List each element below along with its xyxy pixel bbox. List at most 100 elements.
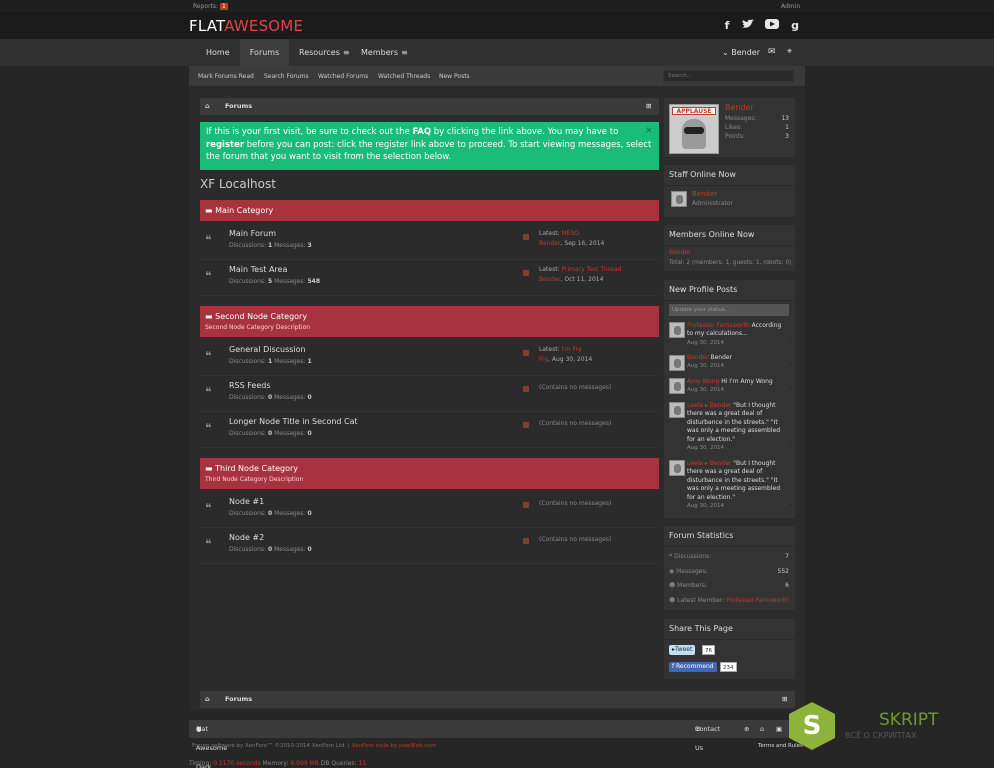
visitor-name[interactable]: Bender (725, 103, 754, 112)
section-title: Members Online Now (669, 230, 755, 239)
youtube-icon[interactable] (764, 18, 780, 33)
home-icon[interactable]: ⌂ (760, 720, 764, 739)
nav-home[interactable]: Home (206, 39, 230, 66)
sitemap-icon[interactable]: ⊞ (646, 98, 651, 115)
profile-post: Bender Bender Aug 30, 2014 ··· (687, 354, 787, 370)
top-bar: Reports: 1 Admin (0, 0, 994, 12)
copyright: Forum software by XenForo™ ©2010-2014 Xe… (192, 743, 436, 749)
forum-node[interactable]: ❝ Node #1 Discussions: 0 Messages: 0 (Co… (200, 492, 659, 528)
forum-node[interactable]: ❝ Main Test Area Discussions: 5 Messages… (200, 260, 659, 296)
status-input[interactable]: Update your status... (669, 304, 789, 316)
tweet-button[interactable]: ▸Tweet (669, 645, 696, 655)
comments-icon: ❝ (205, 269, 212, 283)
rss-icon[interactable] (523, 502, 529, 508)
user-menu[interactable]: ⌄ Bender (722, 39, 760, 66)
avatar[interactable] (669, 355, 685, 371)
close-icon[interactable]: × (645, 125, 653, 138)
forum-title[interactable]: Main Forum (229, 229, 276, 238)
forum-node[interactable]: ❝ Main Forum Discussions: 1 Messages: 3 … (200, 224, 659, 260)
map-marker-icon[interactable]: ⌖ (787, 39, 792, 66)
main-nav: Home Forums Resources ≡ Members ≡ ⌄ Bender… (0, 39, 994, 66)
category-header[interactable]: ▬ Second Node Category Second Node Categ… (200, 306, 659, 337)
admin-link[interactable]: Admin (781, 3, 800, 10)
section-title: New Profile Posts (669, 285, 738, 294)
nav-resources[interactable]: Resources ≡ (299, 39, 350, 66)
language-icon[interactable]: ⊕ (744, 720, 749, 739)
folder-icon: ▬ (205, 464, 216, 473)
rss-icon[interactable] (523, 350, 529, 356)
google-plus-icon[interactable]: g (787, 18, 803, 33)
avatar[interactable] (671, 191, 687, 207)
facebook-icon[interactable]: f (719, 18, 735, 33)
forum-title[interactable]: Node #2 (229, 533, 264, 542)
reports-link[interactable]: Reports: 1 (193, 3, 228, 10)
forum-statistics-panel: Forum Statistics ❝ Discussions: 7 ◉ Messa… (664, 526, 795, 610)
twitter-icon[interactable] (740, 18, 756, 33)
reports-badge: 1 (220, 3, 228, 10)
profile-post: Amy Wong Hi I'm Amy Wong Aug 30, 2014 ··· (687, 378, 787, 394)
nav-members[interactable]: Members ≡ (361, 39, 408, 66)
category-header[interactable]: ▬ Main Category (200, 200, 659, 221)
faq-link[interactable]: FAQ (412, 127, 431, 137)
forum-node[interactable]: ❝ Longer Node Title in Second Cat Discus… (200, 412, 659, 448)
users-icon: ☻ (669, 582, 678, 589)
home-icon[interactable]: ⌂ (205, 98, 210, 115)
visitor-panel: APPLAUSE Bender Messages: 13 Likes: 1 Poin… (664, 98, 795, 157)
footer: ● Flat Awesome Dark ✉ Contact Us ⊕ ⌂ ▣ (189, 720, 805, 768)
comments-icon: ❝ (205, 501, 212, 515)
forum-node[interactable]: ❝ RSS Feeds Discussions: 0 Messages: 0 (… (200, 376, 659, 412)
breadcrumb-bottom: ⌂ Forums ⊞ (200, 691, 795, 708)
search-forums-link[interactable]: Search Forums (264, 66, 309, 87)
forum-title[interactable]: Node #1 (229, 497, 264, 506)
forum-title[interactable]: Main Test Area (229, 265, 287, 274)
recommend-button[interactable]: f Recommend (669, 662, 717, 672)
section-title: Share This Page (669, 624, 733, 633)
debug-timing: Timing: 0.1170 seconds Memory: 6.099 MB … (189, 760, 367, 767)
rss-icon[interactable] (523, 386, 529, 392)
members-online-panel: Members Online Now Bender Total: 2 (memb… (664, 225, 795, 271)
comments-icon: ❝ (205, 385, 212, 399)
forum-node[interactable]: ❝ General Discussion Discussions: 1 Mess… (200, 340, 659, 376)
comments-icon: ❝ (205, 537, 212, 551)
avatar[interactable] (669, 322, 685, 338)
register-link[interactable]: register (206, 140, 244, 150)
new-posts-link[interactable]: New Posts (439, 66, 470, 87)
breadcrumb-forums[interactable]: Forums (225, 691, 252, 708)
avatar[interactable] (669, 402, 685, 418)
forum-title[interactable]: General Discussion (229, 345, 306, 354)
rss-icon[interactable] (523, 234, 529, 240)
profile-post: Leela ▸ Bender "But I thought there was … (687, 460, 787, 510)
watermark: S SKRIPT ВСЁ О СКРИПТАХ (789, 702, 994, 752)
avatar[interactable] (669, 378, 685, 394)
sitemap-icon[interactable]: ⊞ (782, 691, 787, 708)
rss-icon[interactable]: ▣ (776, 720, 782, 739)
forum-node[interactable]: ❝ Node #2 Discussions: 0 Messages: 0 (Co… (200, 528, 659, 564)
share-panel: Share This Page ▸Tweet 76 f Recommend 23… (664, 619, 795, 679)
comments-icon: ❝ (205, 421, 212, 435)
avatar[interactable] (669, 460, 685, 476)
avatar[interactable]: APPLAUSE (669, 104, 719, 154)
section-title: Staff Online Now (669, 170, 736, 179)
forum-title[interactable]: Longer Node Title in Second Cat (229, 417, 358, 426)
site-logo[interactable]: FLATAWESOME (189, 17, 303, 35)
skript-logo-icon: S (789, 702, 835, 750)
rss-icon[interactable] (523, 270, 529, 276)
rss-icon[interactable] (523, 422, 529, 428)
header: FLATAWESOME f g (0, 12, 994, 39)
watched-threads-link[interactable]: Watched Threads (378, 66, 430, 87)
breadcrumb-forums[interactable]: Forums (225, 98, 252, 115)
breadcrumb: ⌂ Forums ⊞ (200, 98, 659, 115)
forum-title[interactable]: RSS Feeds (229, 381, 271, 390)
home-icon[interactable]: ⌂ (205, 691, 210, 708)
envelope-icon[interactable]: ✉ (768, 39, 776, 66)
watched-forums-link[interactable]: Watched Forums (318, 66, 368, 87)
rss-icon[interactable] (523, 538, 529, 544)
mark-forums-read-link[interactable]: Mark Forums Read (198, 66, 254, 87)
category-header[interactable]: ▬ Third Node Category Third Node Categor… (200, 458, 659, 489)
page-title: XF Localhost (200, 177, 276, 191)
menu-icon: ≡ (342, 48, 350, 57)
nav-forums[interactable]: Forums (240, 39, 289, 66)
notice-banner: If this is your first visit, be sure to … (200, 122, 659, 170)
search-input[interactable]: Search... (663, 70, 794, 82)
folder-icon: ▬ (205, 206, 216, 215)
